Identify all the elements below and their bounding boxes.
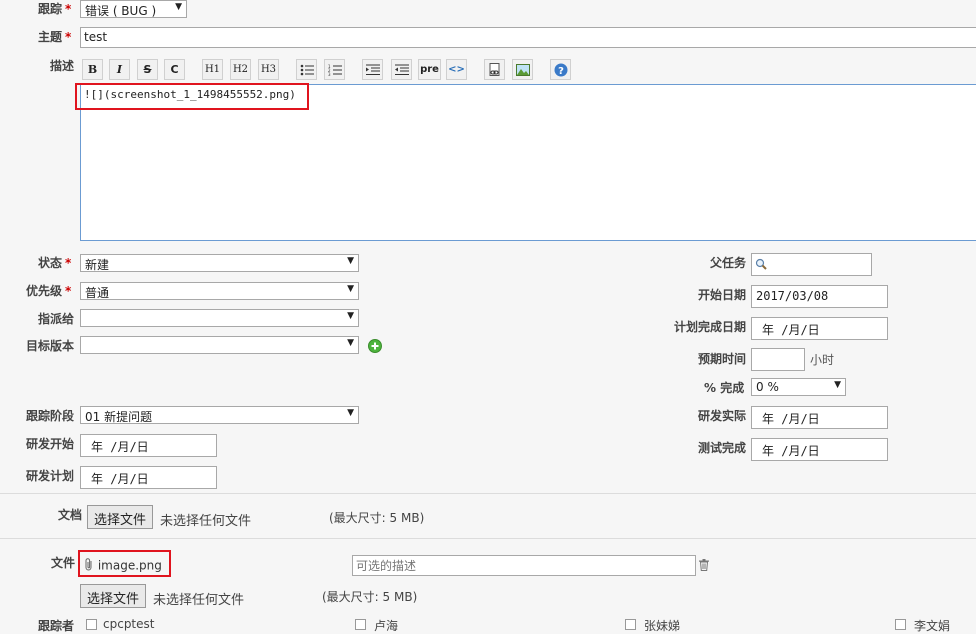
estimated-time-input[interactable] — [751, 348, 805, 371]
watchers-label: 跟踪者 — [38, 619, 75, 633]
parent-task-label: 父任务 — [710, 256, 747, 270]
highlight-box-attachment — [78, 550, 171, 577]
code-button[interactable]: C — [164, 59, 185, 80]
bold-button[interactable]: B — [82, 59, 103, 80]
documents-label: 文档 — [58, 508, 83, 522]
files-file-status: 未选择任何文件 — [153, 593, 245, 608]
watcher-name: 张妹娣 — [644, 619, 681, 633]
chevron-down-icon: ▼ — [347, 311, 354, 321]
tracking-stage-label: 跟踪阶段 — [26, 409, 75, 423]
chevron-down-icon: ▼ — [347, 338, 354, 348]
image-icon — [515, 64, 530, 76]
chevron-down-icon: ▼ — [175, 2, 182, 12]
status-select[interactable]: 新建 ▼ — [80, 254, 359, 272]
hours-unit: 小时 — [810, 353, 835, 367]
dev-plan-label: 研发计划 — [26, 469, 75, 483]
svg-text:?: ? — [558, 66, 564, 77]
highlight-box-description — [75, 83, 309, 110]
section-divider — [0, 493, 976, 494]
watcher-checkbox[interactable] — [895, 619, 906, 630]
svg-text:3: 3 — [328, 72, 331, 76]
heading2-button[interactable]: H2 — [230, 59, 251, 80]
tracker-label: 跟踪 * — [38, 2, 72, 16]
test-done-date-input[interactable]: 年 /月/日 — [751, 438, 888, 461]
chevron-down-icon: ▼ — [834, 380, 841, 390]
code-brackets-icon: <> — [448, 64, 465, 75]
watcher-checkbox[interactable] — [625, 619, 636, 630]
search-icon — [755, 258, 767, 273]
dev-start-label: 研发开始 — [26, 437, 75, 451]
documents-max-size: (最大尺寸: 5 MB) — [329, 511, 425, 525]
file-description-input[interactable] — [352, 555, 696, 576]
help-button[interactable]: ? — [550, 59, 571, 80]
documents-choose-file-button[interactable]: 选择文件 — [87, 505, 154, 529]
link-button[interactable] — [484, 59, 505, 80]
dev-actual-label: 研发实际 — [698, 409, 747, 423]
watcher-checkbox[interactable] — [355, 619, 366, 630]
files-choose-file-button[interactable]: 选择文件 — [80, 584, 147, 608]
tracking-stage-select[interactable]: 01 新提问题 ▼ — [80, 406, 359, 424]
tracker-select[interactable]: 错误 ( BUG ) ▼ — [80, 0, 187, 18]
numbered-list-icon: 123 — [328, 64, 342, 77]
description-label: 描述 — [50, 59, 75, 73]
pre-button[interactable]: pre — [418, 59, 441, 80]
chevron-down-icon: ▼ — [347, 256, 354, 266]
bullet-list-icon — [300, 64, 314, 76]
done-ratio-label: % 完成 — [704, 381, 745, 395]
add-version-icon[interactable] — [368, 339, 382, 353]
italic-button[interactable]: I — [109, 59, 130, 80]
files-max-size: (最大尺寸: 5 MB) — [322, 590, 418, 604]
priority-select[interactable]: 普通 ▼ — [80, 282, 359, 300]
start-date-label: 开始日期 — [698, 288, 747, 302]
target-version-label: 目标版本 — [26, 339, 75, 353]
start-date-input[interactable]: 2017/03/08 — [751, 285, 888, 308]
unordered-list-button[interactable] — [296, 59, 317, 80]
ordered-list-button[interactable]: 123 — [324, 59, 345, 80]
test-done-label: 测试完成 — [698, 441, 747, 455]
watcher-name: 卢海 — [374, 619, 399, 633]
dev-actual-date-input[interactable]: 年 /月/日 — [751, 406, 888, 429]
dev-start-date-input[interactable]: 年 /月/日 — [80, 434, 217, 457]
help-icon: ? — [554, 63, 567, 77]
done-ratio-select[interactable]: 0 % ▼ — [751, 378, 846, 396]
section-divider — [0, 538, 976, 539]
chevron-down-icon: ▼ — [347, 408, 354, 418]
subject-label: 主题 * — [38, 30, 72, 44]
inline-code-button[interactable]: <> — [446, 59, 467, 80]
due-date-input[interactable]: 年 /月/日 — [751, 317, 888, 340]
dev-plan-date-input[interactable]: 年 /月/日 — [80, 466, 217, 489]
image-button[interactable] — [512, 59, 533, 80]
watcher-name: cpcptest — [103, 617, 155, 631]
strikethrough-button[interactable]: S — [137, 59, 158, 80]
watcher-name: 李文娟 — [914, 619, 951, 633]
outdent-button[interactable] — [391, 59, 412, 80]
assignee-select[interactable]: ▼ — [80, 309, 359, 327]
due-date-label: 计划完成日期 — [674, 320, 747, 334]
priority-label: 优先级 * — [26, 284, 72, 298]
files-label: 文件 — [51, 556, 76, 570]
chevron-down-icon: ▼ — [347, 284, 354, 294]
heading3-button[interactable]: H3 — [258, 59, 279, 80]
indent-icon — [365, 64, 380, 75]
assignee-label: 指派给 — [38, 312, 75, 326]
estimated-time-label: 预期时间 — [698, 352, 747, 366]
link-page-icon — [489, 63, 499, 76]
documents-file-status: 未选择任何文件 — [160, 514, 252, 529]
parent-task-input[interactable] — [751, 253, 872, 276]
delete-attachment-icon[interactable] — [699, 559, 709, 574]
watcher-checkbox[interactable] — [86, 619, 97, 630]
outdent-icon — [394, 64, 409, 75]
indent-button[interactable] — [362, 59, 383, 80]
status-label: 状态 * — [38, 256, 72, 270]
subject-input[interactable]: test — [80, 27, 976, 48]
heading1-button[interactable]: H1 — [202, 59, 223, 80]
target-version-select[interactable]: ▼ — [80, 336, 359, 354]
